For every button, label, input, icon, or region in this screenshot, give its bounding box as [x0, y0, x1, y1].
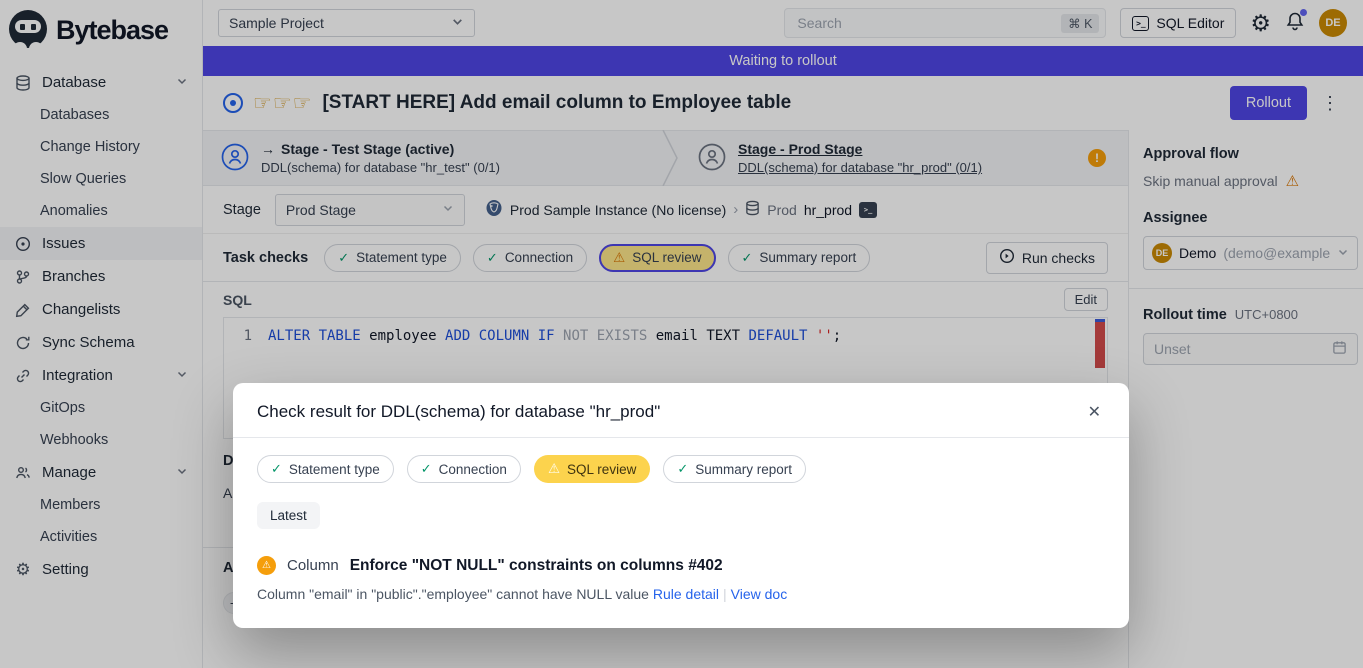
- check-label: SQL review: [567, 462, 636, 477]
- modal-check-pill-connection[interactable]: ✓ Connection: [407, 455, 521, 483]
- modal-check-tabs: ✓ Statement type ✓ Connection ⚠ SQL revi…: [257, 455, 1105, 483]
- check-pass-icon: ✓: [421, 461, 432, 477]
- check-result-row: ⚠ Column Enforce "NOT NULL" constraints …: [257, 556, 1105, 575]
- check-label: Connection: [439, 462, 507, 477]
- link-separator: |: [723, 586, 727, 602]
- check-label: Statement type: [289, 462, 380, 477]
- check-warning-icon: ⚠: [548, 461, 560, 477]
- check-result-modal: Check result for DDL(schema) for databas…: [233, 383, 1129, 628]
- modal-title: Check result for DDL(schema) for databas…: [257, 402, 660, 422]
- view-doc-link[interactable]: View doc: [731, 586, 788, 602]
- result-detail: Column "email" in "public"."employee" ca…: [257, 586, 1105, 602]
- modal-check-pill-statement-type[interactable]: ✓ Statement type: [257, 455, 394, 483]
- close-icon[interactable]: ✕: [1084, 400, 1105, 424]
- result-category: Column: [287, 557, 339, 574]
- rule-detail-link[interactable]: Rule detail: [653, 586, 719, 602]
- result-detail-text: Column "email" in "public"."employee" ca…: [257, 586, 649, 602]
- warning-circle-icon: ⚠: [257, 556, 276, 575]
- check-label: Summary report: [695, 462, 792, 477]
- check-pass-icon: ✓: [677, 461, 688, 477]
- check-pass-icon: ✓: [271, 461, 282, 477]
- result-rule-title: Enforce "NOT NULL" constraints on column…: [350, 557, 723, 575]
- modal-check-pill-summary-report[interactable]: ✓ Summary report: [663, 455, 806, 483]
- latest-filter-pill[interactable]: Latest: [257, 502, 320, 529]
- modal-header: Check result for DDL(schema) for databas…: [257, 400, 1105, 424]
- modal-divider: [233, 437, 1129, 438]
- modal-check-pill-sql-review[interactable]: ⚠ SQL review: [534, 455, 650, 483]
